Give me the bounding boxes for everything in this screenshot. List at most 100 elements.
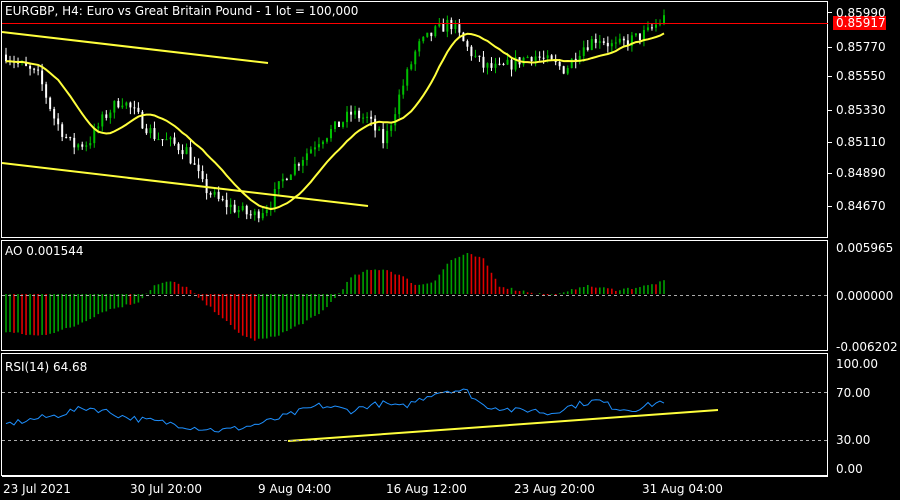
time-label-1: 30 Jul 20:00	[130, 482, 202, 496]
candle-body	[510, 59, 513, 70]
time-label-5: 31 Aug 04:00	[642, 482, 723, 496]
price-tick-2: 0.85550	[836, 69, 886, 83]
candle-body	[129, 102, 132, 108]
candle-body	[422, 36, 425, 42]
candle-body	[197, 164, 200, 172]
candle-body	[237, 210, 240, 213]
chart-background	[0, 0, 900, 500]
candle-body	[233, 204, 236, 213]
candle-body	[346, 111, 349, 123]
candle-body	[149, 128, 152, 134]
candle-body	[446, 19, 449, 32]
candle-body	[534, 56, 537, 62]
candle-body	[325, 138, 328, 142]
candle-body	[546, 55, 549, 59]
candle-body	[285, 178, 288, 180]
candle-body	[434, 26, 437, 37]
candle-body	[29, 65, 32, 69]
candle-body	[61, 124, 64, 137]
candle-body	[261, 213, 264, 219]
candle-body	[442, 23, 445, 32]
candle-body	[646, 27, 649, 31]
candle-body	[490, 63, 493, 68]
candle-body	[41, 70, 44, 85]
candle-body	[390, 125, 393, 131]
candle-body	[338, 121, 341, 127]
candle-body	[229, 204, 232, 208]
candle-body	[33, 68, 36, 70]
price-tick-0: 0.85990	[836, 6, 886, 20]
candle-body	[313, 147, 316, 150]
candle-body	[542, 57, 545, 59]
candle-body	[474, 55, 477, 57]
candle-body	[77, 144, 80, 148]
candle-body	[454, 24, 457, 30]
candle-body	[430, 32, 433, 37]
candle-body	[486, 63, 489, 68]
candle-body	[354, 110, 357, 115]
candle-body	[49, 97, 52, 109]
candle-body	[321, 141, 324, 145]
candle-body	[502, 63, 505, 65]
candle-body	[506, 59, 509, 65]
candle-body	[406, 69, 409, 86]
candle-body	[145, 128, 148, 134]
candle-body	[289, 174, 292, 180]
candle-body	[582, 47, 585, 56]
candle-body	[410, 64, 413, 70]
candle-body	[173, 137, 176, 144]
candle-body	[117, 101, 120, 108]
candle-body	[177, 143, 180, 151]
candle-body	[133, 107, 136, 109]
candle-body	[93, 128, 96, 144]
candle-body	[350, 111, 353, 115]
candle-body	[189, 147, 192, 164]
candle-body	[221, 198, 224, 200]
candle-body	[121, 105, 124, 108]
candle-body	[89, 143, 92, 146]
candle-body	[606, 42, 609, 47]
candle-body	[342, 122, 345, 127]
candle-body	[466, 41, 469, 47]
time-label-4: 23 Aug 20:00	[514, 482, 595, 496]
candle-body	[382, 129, 385, 144]
candle-body	[217, 191, 220, 199]
candle-body	[654, 24, 657, 28]
candle-body	[622, 38, 625, 41]
trading-chart[interactable]: 0.85917 EURGBP, H4: Euro vs Great Britai…	[0, 0, 900, 500]
candle-body	[153, 128, 156, 140]
candle-body	[366, 116, 369, 118]
candle-body	[85, 145, 88, 147]
candle-body	[598, 41, 601, 43]
price-tick-4: 0.85110	[836, 135, 886, 149]
candle-body	[273, 188, 276, 208]
candle-body	[634, 33, 637, 36]
candle-body	[193, 163, 196, 165]
candle-body	[113, 101, 116, 113]
candle-body	[378, 129, 381, 131]
candle-body	[614, 42, 617, 44]
candle-body	[157, 139, 160, 141]
candle-body	[550, 55, 553, 60]
rsi-tick-1: 70.00	[836, 386, 870, 400]
candle-body	[225, 199, 228, 208]
candle-body	[530, 57, 533, 62]
candle-body	[81, 144, 84, 147]
price-tick-1: 0.85770	[836, 40, 886, 54]
candle-body	[602, 41, 605, 43]
ao-tick-2: -0.006202	[836, 340, 898, 354]
candle-body	[305, 153, 308, 161]
candle-body	[317, 144, 320, 148]
rsi-tick-3: 0.00	[836, 462, 863, 476]
ao-tick-0: 0.005965	[836, 241, 893, 255]
candle-body	[45, 84, 48, 98]
candle-body	[450, 19, 453, 30]
candle-body	[414, 51, 417, 65]
price-tick-3: 0.85330	[836, 103, 886, 117]
candle-body	[73, 137, 76, 148]
candle-body	[494, 63, 497, 68]
candle-body	[482, 56, 485, 68]
candle-body	[329, 129, 332, 139]
candle-body	[137, 107, 140, 112]
candle-body	[638, 33, 641, 41]
